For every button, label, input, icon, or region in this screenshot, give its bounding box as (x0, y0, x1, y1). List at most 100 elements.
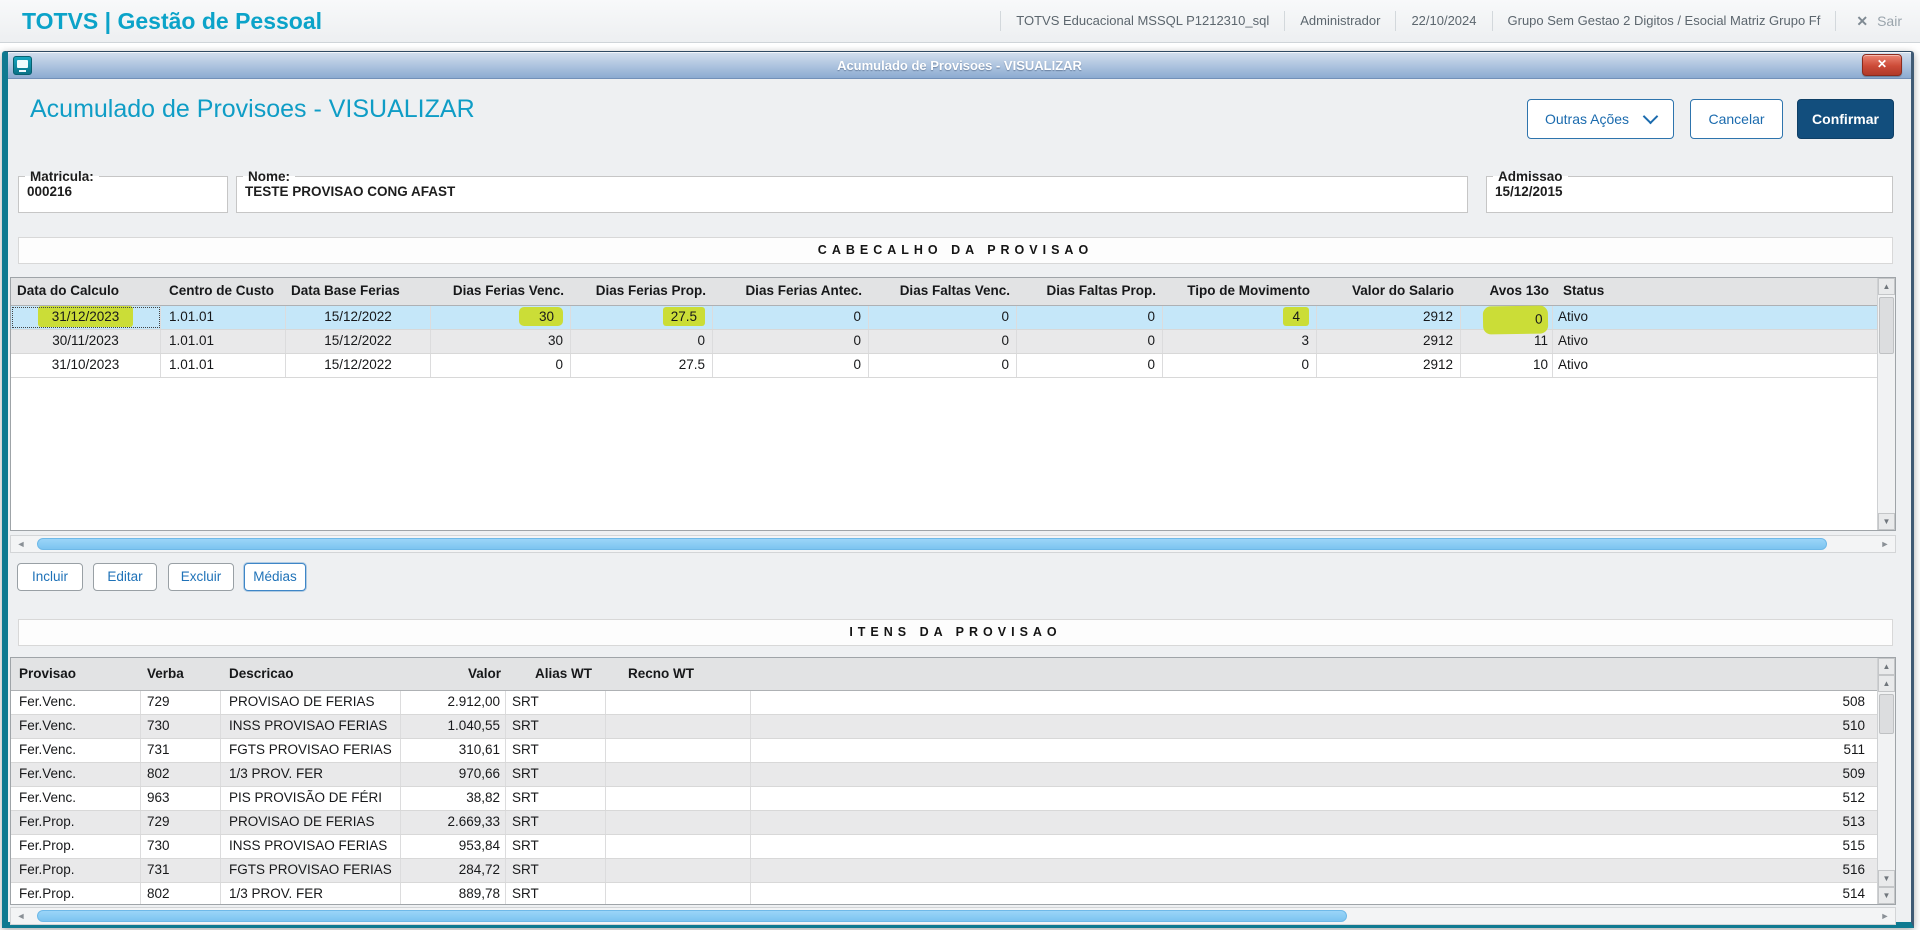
scroll-down-button[interactable]: ▼ (1878, 513, 1895, 530)
table-row[interactable]: 30/11/2023 1.01.01 15/12/2022 30 0 0 0 0 3 2912 11… (11, 330, 1877, 354)
table-row[interactable]: Fer.Prop. 731 FGTS PROVISAO FERIAS 284,72 SR… (11, 859, 1877, 883)
column-header: Tipo de Movimento (1187, 283, 1310, 298)
cabecalho-section-title: CABECALHO DA PROVISAO (18, 237, 1893, 264)
column-header: Valor (467, 666, 501, 681)
cancelar-button[interactable]: Cancelar (1690, 99, 1783, 139)
window-close-button[interactable]: ✕ (1862, 54, 1902, 76)
grid-cell (606, 691, 751, 714)
scroll-up-button[interactable]: ▲ (1878, 278, 1895, 295)
cabecalho-vertical-scrollbar[interactable]: ▲ ▼ (1877, 278, 1895, 530)
grid-cell: 1.01.01 (161, 306, 286, 329)
grid-cell: SRT (506, 835, 606, 858)
column-header: Alias WT (534, 666, 592, 681)
grid-cell: 0 (1017, 354, 1163, 377)
grid-cell (606, 787, 751, 810)
scroll-down-button[interactable]: ▼ (1878, 870, 1895, 887)
close-icon: ✕ (1856, 12, 1869, 29)
scroll-right-button[interactable]: ► (1877, 536, 1893, 552)
grid-cell: 2912 (1317, 306, 1461, 329)
column-header: Verba (147, 666, 184, 681)
grid-cell: 15/12/2022 (286, 330, 431, 353)
table-row[interactable]: Fer.Prop. 730 INSS PROVISAO FERIAS 953,84 SR… (11, 835, 1877, 859)
grid-cell: 509 (1842, 766, 1865, 781)
window-body: Acumulado de Provisoes - VISUALIZAR Outr… (8, 79, 1911, 925)
medias-button[interactable]: Médias (244, 563, 306, 591)
topbar-item: 22/10/2024 (1395, 11, 1491, 31)
grid-cell: SRT (506, 715, 606, 738)
grid-cell (606, 715, 751, 738)
grid-cell: 0 (1017, 306, 1163, 329)
admissao-value: 15/12/2015 (1495, 184, 1563, 199)
outras-acoes-button[interactable]: Outras Ações (1527, 99, 1674, 139)
grid-cell: 15/12/2022 (286, 354, 431, 377)
scroll-up-button[interactable]: ▲ (1878, 658, 1895, 675)
grid-cell: 510 (1842, 718, 1865, 733)
grid-cell: 1.01.01 (161, 330, 286, 353)
column-header: Data Base Ferias (291, 283, 400, 298)
grid-cell: 731 (141, 739, 221, 762)
grid-cell: 0 (869, 330, 1017, 353)
scroll-thumb[interactable] (1879, 694, 1894, 734)
grid-cell: 38,82 (401, 787, 506, 810)
scroll-up-button[interactable]: ▲ (1878, 675, 1895, 692)
grid-cell: SRT (506, 811, 606, 834)
chevron-down-icon (1642, 108, 1659, 125)
column-header: Descricao (229, 666, 294, 681)
column-header: Dias Ferias Antec. (745, 283, 862, 298)
scroll-thumb[interactable] (1879, 297, 1894, 354)
grid-cell: 970,66 (401, 763, 506, 786)
table-row[interactable]: 31/12/2023 1.01.01 15/12/2022 30 27.5 0 0 0 4 291… (11, 305, 1877, 335)
grid-cell (606, 763, 751, 786)
topbar-status-area: TOTVS Educacional MSSQL P1212310_sql Admi… (1000, 0, 1920, 42)
table-row[interactable]: Fer.Prop. 802 1/3 PROV. FER 889,78 SRT 514 (11, 883, 1877, 904)
column-header: Data do Calculo (17, 283, 120, 298)
itens-horizontal-scrollbar[interactable]: ◄ ► (10, 907, 1896, 925)
table-row[interactable]: Fer.Venc. 729 PROVISAO DE FERIAS 2.912,00 SR… (11, 691, 1877, 715)
grid-cell: 0 (713, 306, 869, 329)
cabecalho-horizontal-scrollbar[interactable]: ◄ ► (10, 535, 1896, 553)
grid-cell: 1/3 PROV. FER (221, 883, 401, 904)
table-row[interactable]: Fer.Venc. 731 FGTS PROVISAO FERIAS 310,61 SR… (11, 739, 1877, 763)
grid-cell: 802 (141, 883, 221, 904)
grid-cell: Fer.Venc. (11, 715, 141, 738)
app-brand-title: TOTVS | Gestão de Pessoal (22, 7, 323, 34)
scroll-right-button[interactable]: ► (1877, 908, 1893, 924)
column-header: Provisao (19, 666, 77, 681)
incluir-button[interactable]: Incluir (17, 563, 83, 591)
grid-cell: 0 (713, 330, 869, 353)
table-row[interactable]: Fer.Prop. 729 PROVISAO DE FERIAS 2.669,33 SR… (11, 811, 1877, 835)
highlight-mark: 31/12/2023 (37, 306, 134, 327)
grid-cell: INSS PROVISAO FERIAS (221, 715, 401, 738)
topbar-item: TOTVS Educacional MSSQL P1212310_sql (1000, 11, 1284, 31)
confirmar-button[interactable]: Confirmar (1797, 99, 1894, 139)
table-row[interactable]: Fer.Venc. 802 1/3 PROV. FER 970,66 SRT 509 (11, 763, 1877, 787)
grid-cell: INSS PROVISAO FERIAS (221, 835, 401, 858)
column-header: Dias Ferias Prop. (595, 283, 706, 298)
itens-vertical-scrollbar[interactable]: ▲ ▲ ▼ ▼ (1877, 658, 1895, 904)
scroll-thumb[interactable] (37, 538, 1827, 550)
grid-cell: 3 (1163, 330, 1317, 353)
editar-button[interactable]: Editar (93, 563, 157, 591)
column-header: Dias Ferias Venc. (452, 283, 564, 298)
table-row[interactable]: 31/10/2023 1.01.01 15/12/2022 0 27.5 0 0 0 0 2912… (11, 354, 1877, 378)
column-header: Status (1563, 283, 1605, 298)
table-row[interactable]: Fer.Venc. 963 PIS PROVISÃO DE FÉRI 38,82 SRT… (11, 787, 1877, 811)
page-title: Acumulado de Provisoes - VISUALIZAR (30, 95, 475, 123)
grid-cell: 30 (431, 306, 571, 329)
grid-cell: 15/12/2022 (286, 306, 431, 329)
nome-label: Nome: (248, 169, 291, 184)
table-row[interactable]: Fer.Venc. 730 INSS PROVISAO FERIAS 1.040,55… (11, 715, 1877, 739)
scroll-left-button[interactable]: ◄ (13, 536, 29, 552)
grid-cell (606, 739, 751, 762)
scroll-thumb[interactable] (37, 910, 1347, 922)
grid-cell: 508 (1842, 694, 1865, 709)
excluir-button[interactable]: Excluir (168, 563, 234, 591)
grid-cell: Fer.Prop. (11, 859, 141, 882)
grid-cell: 516 (1842, 862, 1865, 877)
grid-cell: SRT (506, 859, 606, 882)
outras-acoes-label: Outras Ações (1544, 111, 1630, 127)
logout-button[interactable]: ✕ Sair (1835, 11, 1920, 31)
logout-label: Sair (1877, 13, 1902, 29)
scroll-down-button[interactable]: ▼ (1878, 887, 1895, 904)
scroll-left-button[interactable]: ◄ (13, 908, 29, 924)
